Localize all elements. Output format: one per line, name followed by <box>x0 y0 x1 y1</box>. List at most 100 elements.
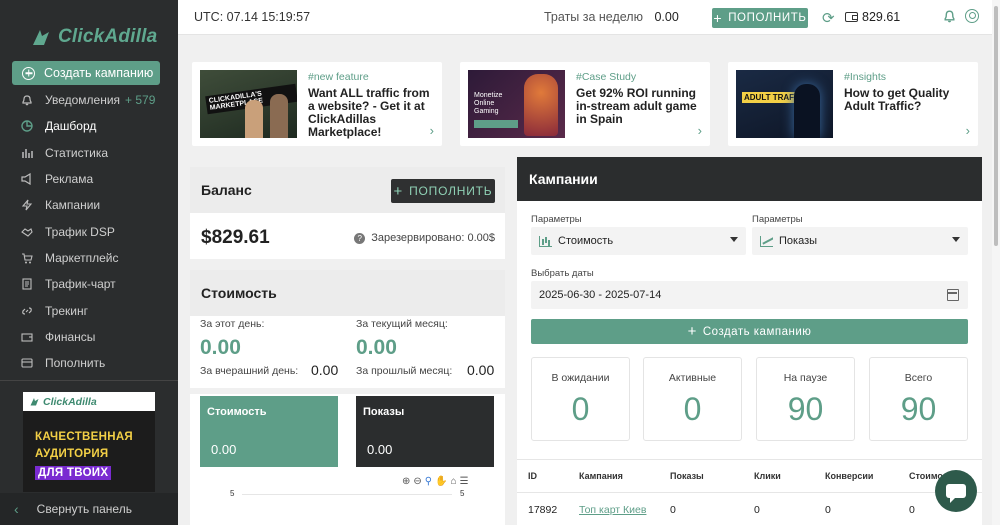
sidebar-item-tracking[interactable]: Трекинг <box>0 297 178 323</box>
news-tag: #new feature <box>308 71 369 83</box>
metric-card-impressions[interactable]: Показы 0.00 <box>356 396 494 467</box>
wallet-balance[interactable]: 829.61 <box>845 10 900 24</box>
campaign-link[interactable]: Топ карт Киев <box>579 504 646 516</box>
home-icon[interactable]: ⌂ <box>451 476 457 487</box>
sidebar-item-marketplace[interactable]: Маркетплейс <box>0 245 178 271</box>
sidebar-item-label: Кампании <box>45 198 101 213</box>
stat-value: 0 <box>571 391 590 427</box>
stat-total[interactable]: Всего 90 <box>869 357 968 441</box>
bell-icon <box>20 94 33 107</box>
news-title[interactable]: Get 92% ROI running in-stream adult game… <box>576 87 702 126</box>
logo-text: ClickAdilla <box>58 26 158 47</box>
sidebar-item-dsp-traffic[interactable]: Трафик DSP <box>0 218 178 244</box>
chevron-left-icon: ‹ <box>14 501 19 517</box>
param1-label: Параметры <box>531 214 582 225</box>
sidebar-promo-banner[interactable]: ClickAdilla КАЧЕСТВЕННАЯ АУДИТОРИЯ ДЛЯ Т… <box>23 392 155 492</box>
link-icon <box>20 304 33 317</box>
stat-pending[interactable]: В ожидании 0 <box>531 357 630 441</box>
column-header[interactable]: Показы <box>670 471 704 481</box>
bell-icon[interactable] <box>943 9 956 26</box>
cell-conversions: 0 <box>825 503 831 516</box>
sidebar-item-label: Трафик-чарт <box>45 277 116 292</box>
table-row[interactable]: 17892 Топ карт Киев 0 0 0 0 <box>517 494 982 525</box>
column-header[interactable]: Кампания <box>579 471 623 481</box>
sidebar-item-label: Пополнить <box>45 356 106 371</box>
page-scrollbar-thumb[interactable] <box>994 6 998 246</box>
menu-icon[interactable]: ☰ <box>460 476 469 487</box>
cart-icon <box>20 251 33 264</box>
date-range-input[interactable]: 2025-06-30 - 2025-07-14 <box>531 281 968 309</box>
thumbnail-figure <box>524 74 558 136</box>
metric-card-value: 0.00 <box>367 442 393 457</box>
logo-icon <box>33 30 49 45</box>
refresh-icon[interactable]: ⟳ <box>822 9 835 27</box>
thumbnail-badge <box>474 120 518 128</box>
help-icon[interactable]: ? <box>354 232 366 244</box>
news-card[interactable]: CLICKADILLA'S MARKETPLACE #new feature W… <box>192 62 442 146</box>
param1-select[interactable]: Стоимость <box>531 227 746 255</box>
deposit-label: ПОПОЛНИТЬ <box>409 184 493 198</box>
news-thumbnail: Monetize Online Gaming <box>468 70 565 138</box>
zoom-out-icon[interactable]: ⊖ <box>413 476 421 487</box>
campaigns-panel-title: Кампании <box>517 157 982 201</box>
chevron-right-icon[interactable]: › <box>698 123 702 138</box>
cost-card: Стоимость За этот день: 0.00 За текущий … <box>190 270 505 525</box>
date-range-label: Выбрать даты <box>531 268 594 279</box>
weekly-spend-value: 0.00 <box>654 10 679 24</box>
sidebar-item-finance[interactable]: Финансы <box>0 324 178 350</box>
sidebar-item-dashboard[interactable]: Дашборд <box>0 113 178 139</box>
stat-label: Всего <box>904 372 933 384</box>
news-title[interactable]: How to get Quality Adult Traffic? <box>844 87 970 113</box>
sidebar-item-ads[interactable]: Реклама <box>0 166 178 192</box>
top-deposit-button[interactable]: + ПОПОЛНИТЬ <box>712 8 808 28</box>
create-campaign-wide-button[interactable]: + Создать кампанию <box>531 319 968 344</box>
metric-card-cost[interactable]: Стоимость 0.00 <box>200 396 338 467</box>
zoom-in-icon[interactable]: ⊕ <box>402 476 410 487</box>
sidebar-item-label: Финансы <box>45 329 96 344</box>
sidebar-item-traffic-chart[interactable]: Трафик-чарт <box>0 271 178 297</box>
stat-label: В ожидании <box>551 372 610 384</box>
chevron-right-icon[interactable]: › <box>966 123 970 138</box>
sidebar-item-label: Реклама <box>45 172 94 187</box>
balance-deposit-button[interactable]: + ПОПОЛНИТЬ <box>391 179 495 203</box>
chat-icon <box>946 484 966 503</box>
column-header[interactable]: Клики <box>754 471 781 481</box>
cell-clicks: 0 <box>754 503 760 516</box>
cell-impressions: 0 <box>670 503 676 516</box>
create-campaign-button[interactable]: Создать кампанию <box>12 61 160 85</box>
news-card[interactable]: Monetize Online Gaming #Case Study Get 9… <box>460 62 710 146</box>
news-tag: #Case Study <box>576 71 637 83</box>
thumbnail-figure <box>245 100 263 138</box>
param2-value: Показы <box>779 235 818 247</box>
logo[interactable]: ClickAdilla <box>0 0 178 56</box>
sidebar-item-campaigns[interactable]: Кампании <box>0 192 178 218</box>
chevron-right-icon[interactable]: › <box>430 123 434 138</box>
column-header[interactable]: ID <box>528 471 537 481</box>
metric-card-title: Стоимость <box>207 406 267 418</box>
chat-support-button[interactable] <box>935 470 977 512</box>
deposit-label: ПОПОЛНИТЬ <box>728 12 807 24</box>
sidebar-item-label: Трафик DSP <box>45 224 115 239</box>
plus-icon: + <box>713 10 723 26</box>
column-header[interactable]: Конверсии <box>825 471 873 481</box>
promo-body: КАЧЕСТВЕННАЯ АУДИТОРИЯ ДЛЯ ТВОИХ <box>23 411 155 481</box>
news-title[interactable]: Want ALL traffic from a website? - Get i… <box>308 87 434 139</box>
sidebar-item-notifications[interactable]: Уведомления + 579 <box>0 87 178 113</box>
param2-select[interactable]: Показы <box>752 227 968 255</box>
sidebar-item-statistics[interactable]: Статистика <box>0 140 178 166</box>
sidebar-item-deposit[interactable]: Пополнить <box>0 350 178 376</box>
chart-axis-label: 5 <box>230 489 235 498</box>
utc-clock: UTC: 07.14 15:19:57 <box>194 10 311 24</box>
magnifier-icon[interactable]: ⚲ <box>425 476 432 487</box>
news-card[interactable]: ADULT TRAFFIC #Insights How to get Quali… <box>728 62 978 146</box>
stat-active[interactable]: Активные 0 <box>643 357 742 441</box>
pan-hand-icon[interactable]: ✋ <box>435 476 447 487</box>
logo-icon <box>30 398 39 406</box>
bar-chart-icon <box>20 146 33 159</box>
calendar-icon[interactable] <box>947 289 959 301</box>
stat-value: 0 <box>683 391 702 427</box>
collapse-panel-button[interactable]: ‹ Свернуть панель <box>0 493 178 525</box>
stat-paused[interactable]: На паузе 90 <box>756 357 855 441</box>
line-chart-icon <box>760 235 773 247</box>
user-settings-icon[interactable] <box>965 9 979 23</box>
